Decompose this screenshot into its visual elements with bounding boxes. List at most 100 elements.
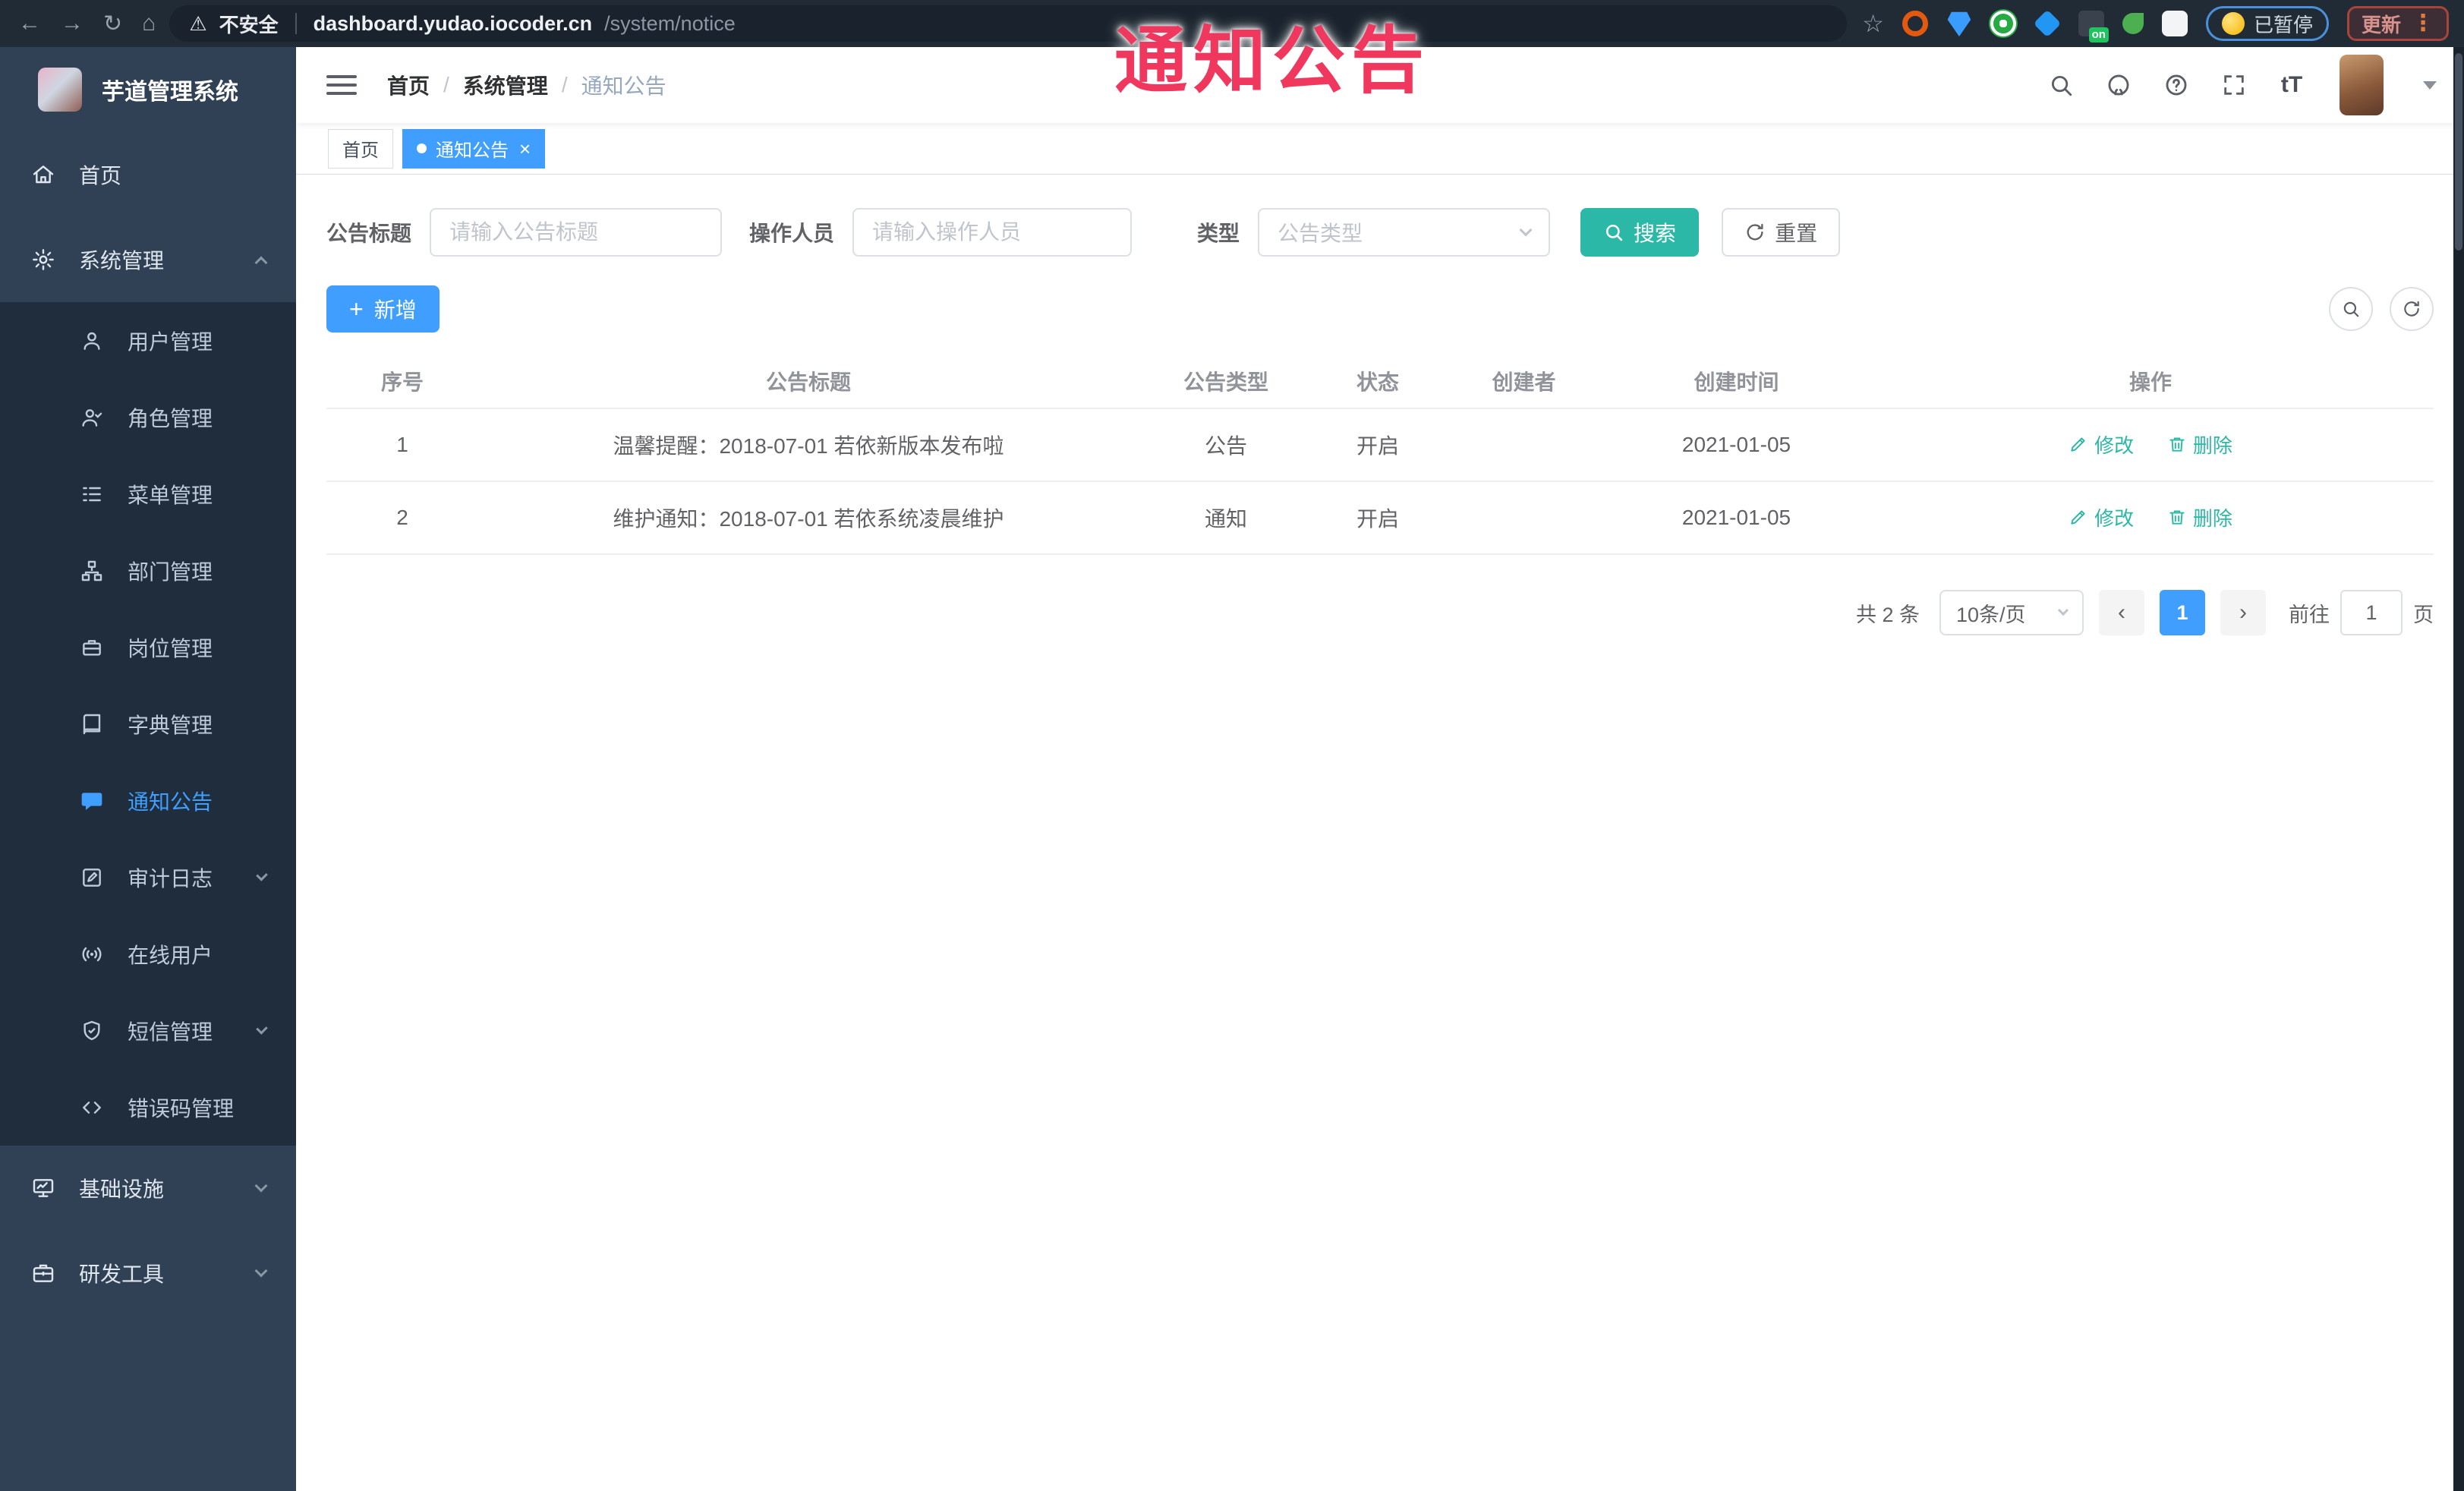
sidebar-item-dev-tools[interactable]: 研发工具 (0, 1231, 296, 1316)
sidebar-item-label: 菜单管理 (128, 483, 213, 507)
tag-home[interactable]: 首页 (328, 128, 393, 169)
notice-icon (79, 788, 105, 814)
title-filter-input[interactable] (430, 208, 723, 257)
sidebar-item-online-users[interactable]: 在线用户 (0, 916, 296, 992)
cell-actions: 修改 删除 (1867, 481, 2434, 555)
forward-icon[interactable]: → (61, 11, 83, 36)
sidebar-item-dept-mgmt[interactable]: 部门管理 (0, 532, 296, 609)
type-filter-select[interactable]: 公告类型 (1258, 208, 1551, 257)
dev-tools-icon (30, 1260, 56, 1286)
page-scrollbar[interactable] (2453, 47, 2464, 1491)
extension-on-badge: on (2088, 27, 2109, 43)
sidebar-item-home[interactable]: 首页 (0, 132, 296, 217)
column-header-index: 序号 (326, 354, 478, 409)
edit-button[interactable]: 修改 (2069, 503, 2134, 531)
url-host: dashboard.yudao.iocoder.cn (313, 11, 593, 35)
url-path: /system/notice (604, 11, 736, 35)
app-logo-image (38, 68, 82, 112)
search-icon (1606, 224, 1623, 241)
breadcrumb-home[interactable]: 首页 (387, 70, 430, 100)
browser-home-icon[interactable]: ⌂ (142, 11, 156, 36)
edit-button-label: 修改 (2094, 506, 2135, 530)
sidebar-logo-row[interactable]: 芋道管理系统 (0, 47, 296, 132)
cell-type: 通知 (1139, 481, 1313, 555)
extensions-puzzle-icon[interactable] (2161, 11, 2188, 36)
extension-leaf-icon[interactable] (2122, 13, 2144, 34)
address-divider (295, 13, 297, 34)
tag-label: 通知公告 (436, 140, 509, 161)
toggle-search-button[interactable] (2329, 287, 2373, 331)
column-header-title: 公告标题 (478, 354, 1139, 409)
cell-title: 维护通知：2018-07-01 若依系统凌晨维护 (478, 481, 1139, 555)
user-avatar[interactable] (2340, 55, 2384, 115)
sidebar-item-label: 基础设施 (79, 1177, 165, 1201)
reset-button[interactable]: 重置 (1722, 208, 1841, 257)
help-icon[interactable] (2162, 71, 2191, 99)
tag-notice[interactable]: 通知公告 × (402, 128, 546, 169)
main-area: 首页 / 系统管理 / 通知公告 tT 首页 通知公告 × 公告标题 请输入公告… (296, 47, 2464, 1491)
delete-button[interactable]: 删除 (2167, 430, 2232, 459)
address-bar[interactable]: ⚠ 不安全 dashboard.yudao.iocoder.cn /system… (169, 5, 1848, 42)
github-icon[interactable] (2104, 71, 2133, 99)
cell-actions: 修改 删除 (1867, 408, 2434, 482)
audit-log-icon (79, 865, 105, 891)
operator-filter-input[interactable] (852, 208, 1133, 257)
sidebar-item-infrastructure[interactable]: 基础设施 (0, 1146, 296, 1231)
type-select-placeholder: 公告类型 (1278, 222, 1363, 245)
tags-view-bar: 首页 通知公告 × (296, 123, 2464, 175)
reload-icon[interactable]: ↻ (103, 11, 122, 37)
extension-dark-icon[interactable]: on (2078, 11, 2109, 43)
sidebar-item-system-mgmt[interactable]: 系统管理 (0, 217, 296, 302)
delete-button[interactable]: 删除 (2167, 503, 2232, 531)
page-size-select[interactable]: 10条/页 (1939, 590, 2084, 635)
type-filter-label: 类型 (1197, 222, 1240, 245)
sidebar-item-role-mgmt[interactable]: 角色管理 (0, 379, 296, 455)
goto-page-input[interactable] (2340, 590, 2403, 635)
sidebar-item-sms-mgmt[interactable]: 短信管理 (0, 992, 296, 1069)
browser-menu-icon[interactable]: ⋮ (2412, 12, 2434, 35)
sidebar-item-error-code[interactable]: 错误码管理 (0, 1069, 296, 1146)
chevron-down-icon (254, 1179, 268, 1193)
sidebar-item-dict-mgmt[interactable]: 字典管理 (0, 686, 296, 762)
refresh-table-button[interactable] (2390, 287, 2434, 331)
page-number-button[interactable]: 1 (2160, 590, 2205, 635)
next-page-button[interactable]: › (2220, 590, 2266, 635)
bookmark-star-icon[interactable]: ☆ (1862, 9, 1884, 38)
dept-icon (79, 558, 105, 584)
active-tag-dot (417, 143, 427, 153)
close-icon[interactable]: × (519, 139, 531, 159)
sidebar-item-notice[interactable]: 通知公告 (0, 762, 296, 839)
extension-gem-icon[interactable] (2033, 9, 2062, 38)
extension-orange-icon[interactable] (1902, 11, 1928, 36)
hamburger-icon[interactable] (326, 71, 357, 99)
prev-page-button[interactable]: ‹ (2099, 590, 2144, 635)
breadcrumb-system[interactable]: 系统管理 (463, 70, 548, 100)
browser-update-button[interactable]: 更新 ⋮ (2346, 6, 2449, 41)
fullscreen-icon[interactable] (2220, 71, 2248, 99)
sidebar-item-menu-mgmt[interactable]: 菜单管理 (0, 455, 296, 532)
update-label: 更新 (2361, 13, 2401, 36)
search-button[interactable]: 搜索 (1580, 208, 1700, 257)
cell-creator (1442, 408, 1605, 482)
notice-table: 序号 公告标题 公告类型 状态 创建者 创建时间 操作 1 温馨提醒：2018-… (326, 354, 2434, 555)
sidebar-item-label: 首页 (79, 164, 122, 188)
extension-pin-icon[interactable] (1947, 11, 1971, 36)
scrollbar-thumb[interactable] (2455, 53, 2462, 251)
search-icon[interactable] (2047, 71, 2075, 99)
profile-paused-chip[interactable]: 已暂停 (2205, 6, 2329, 41)
font-size-icon[interactable]: tT (2277, 71, 2306, 99)
plus-icon: + (349, 295, 364, 323)
edit-button[interactable]: 修改 (2069, 430, 2134, 459)
cell-status: 开启 (1313, 408, 1442, 482)
avatar-caret-icon[interactable] (2423, 80, 2437, 90)
sidebar-item-audit-log[interactable]: 审计日志 (0, 839, 296, 916)
extension-green-icon[interactable] (1990, 11, 2016, 36)
add-button[interactable]: + 新增 (326, 285, 440, 333)
sidebar-item-label: 系统管理 (79, 249, 165, 273)
pagination-total: 共 2 条 (1855, 603, 1920, 626)
sidebar-item-label: 部门管理 (128, 560, 213, 584)
sidebar-item-label: 研发工具 (79, 1262, 165, 1286)
back-icon[interactable]: ← (18, 11, 41, 36)
sidebar-item-user-mgmt[interactable]: 用户管理 (0, 302, 296, 379)
sidebar-item-post-mgmt[interactable]: 岗位管理 (0, 609, 296, 686)
